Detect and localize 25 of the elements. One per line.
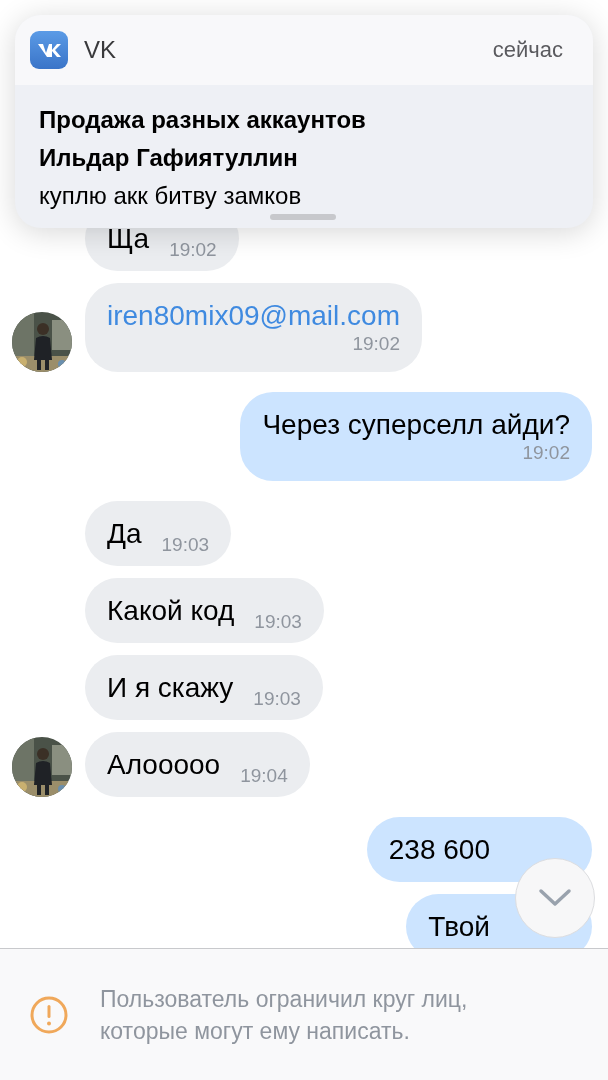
notification-title: Продажа разных аккаунтов xyxy=(39,105,366,135)
message-time: 19:02 xyxy=(169,238,217,262)
message-text: Алооооо xyxy=(107,748,221,781)
warning-icon xyxy=(30,995,68,1034)
message-text: Твой xyxy=(428,910,490,943)
app-name: VK xyxy=(84,36,117,64)
message-time: 19:02 xyxy=(522,441,570,465)
drag-handle[interactable] xyxy=(270,214,336,220)
message-text: Какой код xyxy=(107,594,235,627)
restriction-notice: Пользователь ограничил круг лиц, которые могут ему написать. xyxy=(100,984,469,1046)
notification-time: сейчас xyxy=(492,37,563,63)
message-time: 19:02 xyxy=(352,332,400,356)
message-time: 19:03 xyxy=(254,610,302,634)
app-logo-icon xyxy=(30,31,68,69)
message-time: 19:04 xyxy=(240,764,288,788)
chevron-down-icon xyxy=(538,888,572,908)
message-text: И я скажу xyxy=(107,671,234,704)
message-time: 19:03 xyxy=(253,687,301,711)
message-time: 19:03 xyxy=(161,533,210,557)
notification-card[interactable]: VK сейчас Продажа разных аккаунтов Ильдар Гафиятуллин куплю акк битву замков xyxy=(15,15,593,228)
notification-message: куплю акк битву замков xyxy=(39,181,302,211)
message-text: Да xyxy=(107,517,142,550)
message-text: Через суперселл айди? xyxy=(262,408,570,441)
sender-name: Ильдар Гафиятуллин xyxy=(39,143,298,173)
message-text: 238 600 xyxy=(388,833,490,866)
